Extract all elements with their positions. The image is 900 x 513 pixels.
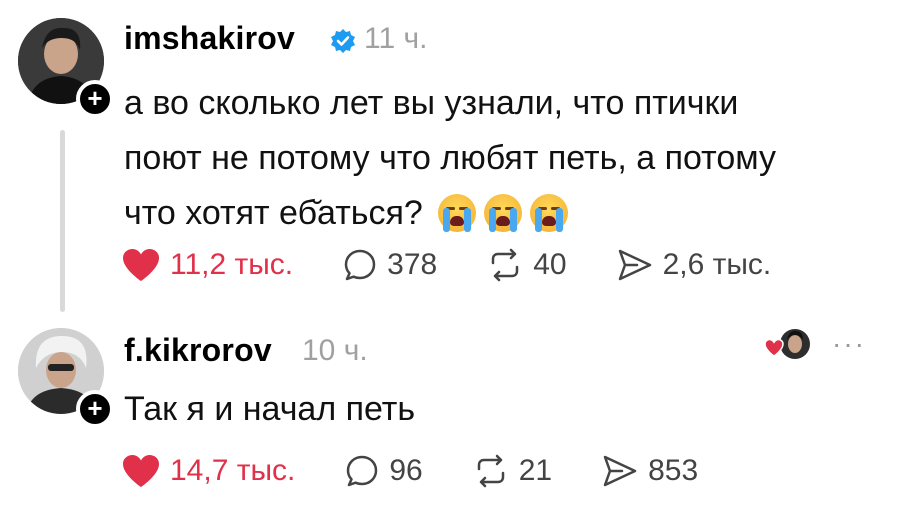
repost-count: 40 [533, 248, 567, 281]
comment-icon [347, 455, 378, 487]
post-text-line-3: что хотят еб̆аться? [124, 194, 423, 232]
post-imshakirov: + imshakirov 11 ч. а во сколько лет вы у… [0, 0, 900, 320]
repost-count: 21 [518, 454, 553, 487]
username[interactable]: imshakirov [124, 20, 295, 57]
reply-count: 378 [387, 248, 438, 281]
heart-icon [123, 455, 159, 487]
repost-icon [491, 248, 519, 282]
crying-face-emoji [438, 193, 477, 232]
share-count: 2,6 тыс. [662, 248, 772, 281]
post-text: а во сколько лет вы узнали, что птички п… [124, 76, 776, 243]
reply-button[interactable]: 96 [345, 454, 423, 488]
username[interactable]: f.kikrorov [124, 332, 272, 369]
verified-badge-icon [331, 29, 355, 53]
post-actions: 11,2 тыс. 378 40 2,6 тыс. [122, 248, 821, 282]
share-button[interactable]: 853 [602, 454, 698, 488]
post-text-line: поют не потому что любят петь, а потому [124, 139, 777, 177]
like-button[interactable]: 14,7 тыс. [122, 454, 295, 488]
post-text-line: а во сколько лет вы узнали, что птички [124, 84, 739, 122]
thread-line [60, 130, 65, 312]
repost-button[interactable]: 40 [487, 248, 567, 282]
like-count: 11,2 тыс. [170, 248, 294, 281]
share-button[interactable]: 2,6 тыс. [617, 248, 772, 282]
repost-icon [477, 454, 504, 488]
post-text: Так я и начал петь [124, 390, 416, 428]
send-icon [603, 455, 637, 487]
like-count: 14,7 тыс. [170, 454, 296, 487]
comment-icon [344, 249, 376, 281]
heart-icon [123, 249, 159, 281]
post-time: 10 ч. [302, 334, 368, 367]
more-options-button[interactable]: ··· [832, 328, 866, 360]
liked-by-author-icon [764, 329, 810, 359]
follow-plus-button[interactable]: + [76, 390, 114, 428]
like-button[interactable]: 11,2 тыс. [122, 248, 293, 282]
reply-count: 96 [389, 454, 423, 487]
reply-button[interactable]: 378 [343, 248, 437, 282]
post-fkikrorov: + f.kikrorov 10 ч. ··· Так я и начал пет… [0, 320, 900, 513]
share-count: 853 [648, 454, 699, 487]
post-actions: 14,7 тыс. 96 21 853 [122, 454, 748, 488]
follow-plus-button[interactable]: + [76, 80, 114, 118]
send-icon [618, 249, 651, 281]
crying-face-emoji [484, 193, 523, 232]
liked-by-author-indicator [762, 326, 812, 366]
post-time: 11 ч. [364, 22, 428, 55]
post-text-line: что хотят еб̆аться? [124, 186, 776, 243]
emoji-row [438, 188, 576, 243]
repost-button[interactable]: 21 [473, 454, 552, 488]
crying-face-emoji [530, 193, 569, 232]
